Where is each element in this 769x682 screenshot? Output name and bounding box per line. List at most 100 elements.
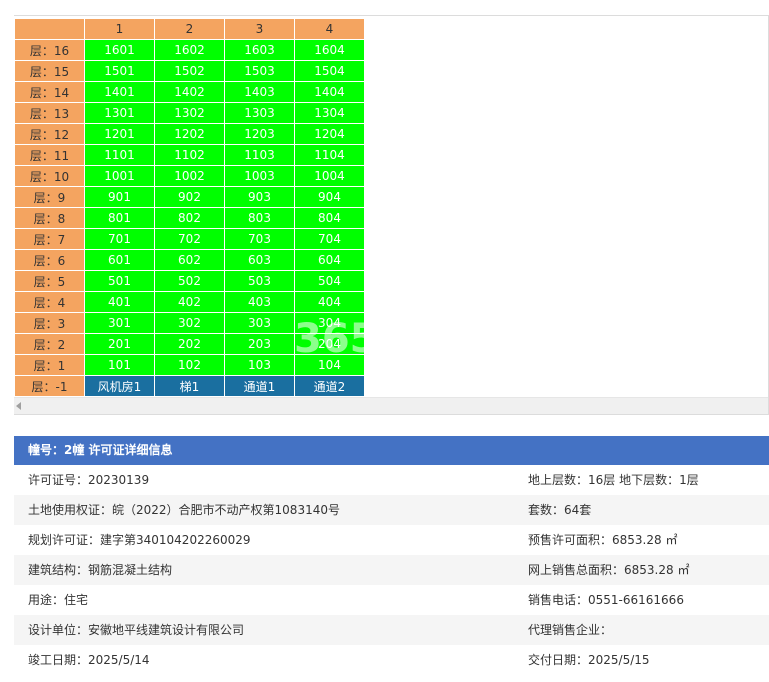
unit-cell[interactable]: 404	[294, 291, 365, 313]
facility-cell[interactable]: 风机房1	[84, 375, 155, 397]
floor-row: 层：3 301 302 303 304	[14, 312, 365, 334]
floor-label: 层：12	[14, 123, 85, 145]
unit-cell[interactable]: 1103	[224, 144, 295, 166]
unit-cell[interactable]: 502	[154, 270, 225, 292]
unit-cell[interactable]: 804	[294, 207, 365, 229]
info-row: 许可证号：20230139 地上层数：16层 地下层数：1层	[14, 465, 769, 495]
facility-cell[interactable]: 通道1	[224, 375, 295, 397]
unit-cell[interactable]: 104	[294, 354, 365, 376]
unit-cell[interactable]: 1104	[294, 144, 365, 166]
unit-cell[interactable]: 1202	[154, 123, 225, 145]
unit-cell[interactable]: 504	[294, 270, 365, 292]
unit-cell[interactable]: 201	[84, 333, 155, 355]
info-left-text: 许可证号：20230139	[28, 473, 150, 487]
floor-label: 层：15	[14, 60, 85, 82]
floor-label: 层：3	[14, 312, 85, 334]
floor-row: 层：16 1601 1602 1603 1604	[14, 39, 365, 61]
unit-cell[interactable]: 301	[84, 312, 155, 334]
unit-cell[interactable]: 1003	[224, 165, 295, 187]
info-right-text: 网上销售总面积：6853.28 ㎡	[528, 563, 690, 577]
unit-cell[interactable]: 503	[224, 270, 295, 292]
unit-cell[interactable]: 701	[84, 228, 155, 250]
floor-label: 层：10	[14, 165, 85, 187]
unit-cell[interactable]: 1502	[154, 60, 225, 82]
unit-cell[interactable]: 1402	[154, 81, 225, 103]
unit-cell[interactable]: 1304	[294, 102, 365, 124]
unit-cell[interactable]: 703	[224, 228, 295, 250]
unit-cell[interactable]: 1001	[84, 165, 155, 187]
unit-cell[interactable]: 1002	[154, 165, 225, 187]
unit-cell[interactable]: 902	[154, 186, 225, 208]
info-right-text: 销售电话：0551-66161666	[528, 593, 684, 607]
unit-cell[interactable]: 904	[294, 186, 365, 208]
unit-cell[interactable]: 1602	[154, 39, 225, 61]
unit-grid-table: 1 2 3 4 层：16 1601 1602 1603 1604 层：15 1501 1502 1503…	[14, 18, 365, 397]
unit-cell[interactable]: 403	[224, 291, 295, 313]
floor-label: 层：2	[14, 333, 85, 355]
unit-cell[interactable]: 1603	[224, 39, 295, 61]
horizontal-scrollbar[interactable]	[14, 397, 768, 414]
unit-cell[interactable]: 802	[154, 207, 225, 229]
floor-label: 层：11	[14, 144, 85, 166]
unit-cell[interactable]: 603	[224, 249, 295, 271]
facility-cell[interactable]: 通道2	[294, 375, 365, 397]
unit-cell[interactable]: 101	[84, 354, 155, 376]
unit-cell[interactable]: 604	[294, 249, 365, 271]
unit-cell[interactable]: 601	[84, 249, 155, 271]
unit-cell[interactable]: 1204	[294, 123, 365, 145]
unit-cell[interactable]: 1004	[294, 165, 365, 187]
floor-row: 层：5 501 502 503 504	[14, 270, 365, 292]
unit-cell[interactable]: 402	[154, 291, 225, 313]
floor-row: 层：4 401 402 403 404	[14, 291, 365, 313]
facility-cell[interactable]: 梯1	[154, 375, 225, 397]
unit-cell[interactable]: 1303	[224, 102, 295, 124]
unit-cell[interactable]: 304	[294, 312, 365, 334]
unit-cell[interactable]: 1501	[84, 60, 155, 82]
unit-cell[interactable]: 1203	[224, 123, 295, 145]
info-right-text: 代理销售企业：	[528, 623, 613, 637]
unit-cell[interactable]: 1401	[84, 81, 155, 103]
unit-cell[interactable]: 1503	[224, 60, 295, 82]
unit-cell[interactable]: 102	[154, 354, 225, 376]
unit-cell[interactable]: 801	[84, 207, 155, 229]
unit-cell[interactable]: 1302	[154, 102, 225, 124]
unit-cell[interactable]: 1403	[224, 81, 295, 103]
unit-cell[interactable]: 202	[154, 333, 225, 355]
info-row: 土地使用权证：皖（2022）合肥市不动产权第1083140号 套数：64套	[14, 495, 769, 525]
floor-row: 层：7 701 702 703 704	[14, 228, 365, 250]
unit-cell[interactable]: 1101	[84, 144, 155, 166]
unit-cell[interactable]: 204	[294, 333, 365, 355]
floor-row: 层：2 201 202 203 204	[14, 333, 365, 355]
floor-label: 层：9	[14, 186, 85, 208]
unit-cell[interactable]: 901	[84, 186, 155, 208]
floor-row: 层：11 1101 1102 1103 1104	[14, 144, 365, 166]
unit-cell[interactable]: 1604	[294, 39, 365, 61]
column-header-1: 1	[84, 18, 155, 40]
unit-cell[interactable]: 302	[154, 312, 225, 334]
unit-cell[interactable]: 803	[224, 207, 295, 229]
unit-cell[interactable]: 303	[224, 312, 295, 334]
unit-cell[interactable]: 704	[294, 228, 365, 250]
unit-cell[interactable]: 903	[224, 186, 295, 208]
info-right-text: 套数：64套	[528, 503, 592, 517]
unit-cell[interactable]: 103	[224, 354, 295, 376]
unit-cell[interactable]: 1504	[294, 60, 365, 82]
unit-cell[interactable]: 501	[84, 270, 155, 292]
floor-row: 层：10 1001 1002 1003 1004	[14, 165, 365, 187]
unit-cell[interactable]: 1301	[84, 102, 155, 124]
unit-cell[interactable]: 602	[154, 249, 225, 271]
info-right-text: 预售许可面积：6853.28 ㎡	[528, 533, 678, 547]
unit-cell[interactable]: 1404	[294, 81, 365, 103]
floor-label: 层：1	[14, 354, 85, 376]
info-row: 用途：住宅 销售电话：0551-66161666	[14, 585, 769, 615]
info-left-text: 竣工日期：2025/5/14	[28, 653, 150, 667]
unit-cell[interactable]: 1102	[154, 144, 225, 166]
permit-info-header: 幢号：2幢 许可证详细信息	[14, 436, 769, 465]
unit-cell[interactable]: 401	[84, 291, 155, 313]
unit-cell[interactable]: 1601	[84, 39, 155, 61]
scroll-left-arrow-icon[interactable]	[16, 402, 21, 410]
unit-cell[interactable]: 702	[154, 228, 225, 250]
unit-cell[interactable]: 1201	[84, 123, 155, 145]
info-row: 设计单位：安徽地平线建筑设计有限公司 代理销售企业：	[14, 615, 769, 645]
unit-cell[interactable]: 203	[224, 333, 295, 355]
